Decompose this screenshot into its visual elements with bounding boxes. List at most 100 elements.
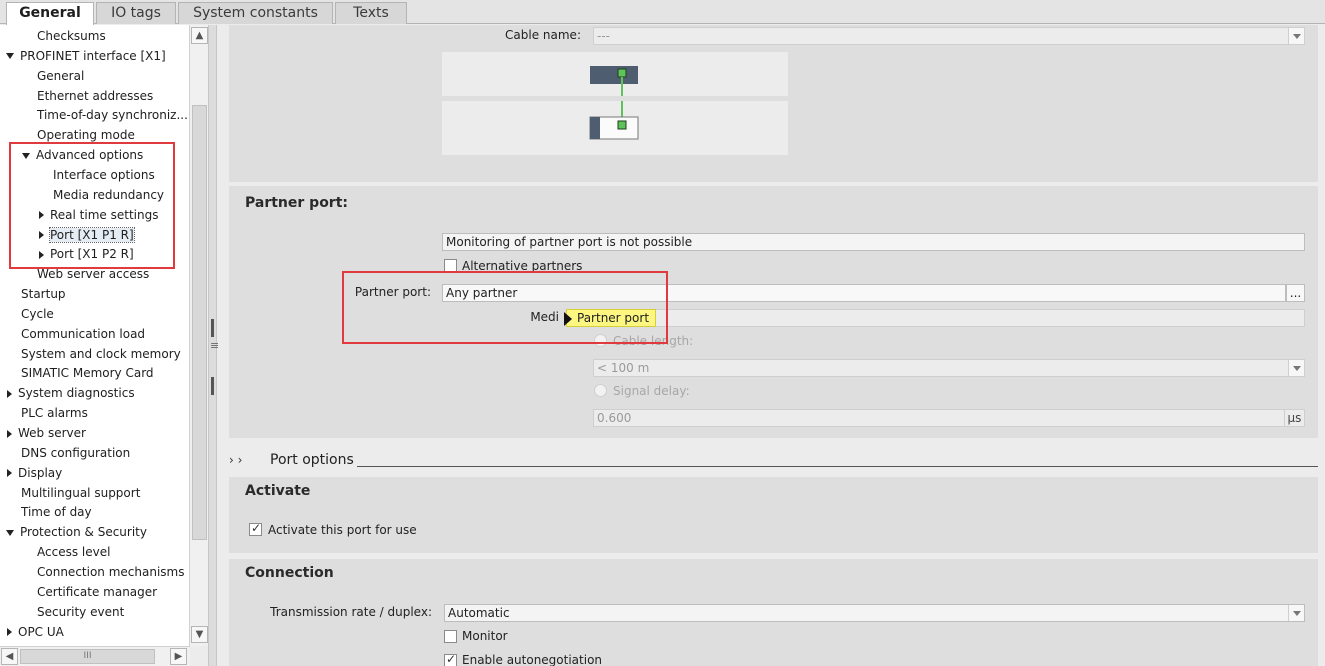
activate-section: Activate Activate this port for use <box>229 477 1318 553</box>
activate-title: Activate <box>245 483 311 499</box>
cable-name-dropdown[interactable]: --- <box>593 27 1305 45</box>
connection-title: Connection <box>245 565 334 581</box>
tree-item[interactable]: Advanced options <box>22 145 143 165</box>
tree-item[interactable]: SIMATIC Memory Card <box>21 363 154 383</box>
tree-item-label: SIMATIC Memory Card <box>21 366 154 381</box>
tree-item[interactable]: Time-of-day synchroniz... <box>37 105 188 125</box>
medium-field <box>593 309 1305 327</box>
tree-item[interactable]: Security event <box>37 602 124 622</box>
browse-partner-button[interactable]: ... <box>1286 284 1305 302</box>
tree-item-label: Real time settings <box>50 207 159 222</box>
tree-item-label: Protection & Security <box>20 525 147 540</box>
transmission-rate-dropdown[interactable]: Automatic <box>444 604 1305 622</box>
tree-item[interactable]: PLC alarms <box>21 403 88 423</box>
port-options-label: Port options <box>270 452 354 468</box>
tree-item[interactable]: Access level <box>37 542 110 562</box>
tree-item[interactable]: Startup <box>21 284 66 304</box>
tree-item-label: Time of day <box>21 505 92 520</box>
signal-delay-radio[interactable] <box>594 384 607 397</box>
scroll-up-button[interactable]: ▲ <box>191 27 208 44</box>
scroll-thumb-horizontal[interactable]: III <box>20 649 155 664</box>
scroll-right-button[interactable]: ▶ <box>170 648 187 665</box>
tree-item-label: Access level <box>37 545 111 560</box>
cable-length-dropdown: < 100 m <box>593 359 1305 377</box>
tree-item[interactable]: PROFINET interface [X1] <box>6 46 166 66</box>
tree-item[interactable]: Web server access <box>37 264 149 284</box>
tree-item-label: Web server access <box>37 267 150 282</box>
tree-item[interactable]: Interface options <box>53 165 155 185</box>
tree-item[interactable]: General <box>37 66 84 86</box>
navigation-tree: Checksums PROFINET interface [X1] General E… <box>0 25 190 646</box>
signal-delay-value: 0.600 <box>597 411 632 425</box>
expand-arrow-icon[interactable] <box>7 389 12 398</box>
expand-arrow-icon[interactable] <box>7 429 12 438</box>
connection-section: Connection Transmission rate / duplex: A… <box>229 559 1318 666</box>
expand-arrow-icon[interactable] <box>7 628 12 636</box>
partner-port-graphic <box>442 101 788 155</box>
expand-arrow-icon[interactable] <box>7 469 12 478</box>
signal-delay-field: 0.600 µs <box>593 409 1305 427</box>
tree-item-label: Port [X1 P2 R] <box>50 247 134 262</box>
monitor-checkbox[interactable] <box>444 630 457 643</box>
tree-item[interactable]: Cycle <box>21 304 54 324</box>
activate-port-checkbox[interactable] <box>249 521 262 536</box>
tree-item-label: Display <box>18 465 63 480</box>
tree-item[interactable]: System diagnostics <box>6 383 135 403</box>
tree-item-label: DNS configuration <box>21 445 131 460</box>
tree-vertical-scrollbar[interactable]: ▲ ▼ <box>189 25 208 646</box>
scroll-left-button[interactable]: ◀ <box>1 648 18 665</box>
tree-item[interactable]: Communication load <box>21 324 145 344</box>
tree-item[interactable]: Media redundancy <box>53 185 164 205</box>
expand-arrow-icon[interactable] <box>39 231 44 239</box>
tree-item-label: Time-of-day synchroniz... <box>37 108 188 123</box>
tree-item[interactable]: Port [X1 P1 R] <box>38 225 135 245</box>
tree-item-label: System diagnostics <box>18 386 135 401</box>
tree-item[interactable]: Certificate manager <box>37 582 157 602</box>
port-options-header[interactable]: › › Port options <box>229 452 1318 472</box>
tab-texts[interactable]: Texts <box>335 2 407 24</box>
monitoring-status-field: Monitoring of partner port is not possib… <box>442 233 1305 251</box>
collapse-arrow-icon[interactable] <box>6 529 14 536</box>
cable-length-radio[interactable] <box>594 334 607 347</box>
collapse-arrow-icon[interactable] <box>6 53 14 60</box>
cable-name-label: Cable name: <box>505 28 581 42</box>
pane-splitter[interactable]: ≡ <box>208 25 219 666</box>
tree-horizontal-scrollbar[interactable]: ◀ III ▶ <box>0 646 190 666</box>
tree-item-label: Advanced options <box>36 148 144 163</box>
tab-general[interactable]: General <box>6 2 94 25</box>
cable-section: Cable name: --- <box>229 25 1318 182</box>
tree-item-label: Operating mode <box>37 128 135 143</box>
tree-item[interactable]: System and clock memory <box>21 344 181 364</box>
tree-item[interactable]: DNS configuration <box>21 443 130 463</box>
tree-item[interactable]: Web server <box>6 423 86 443</box>
activate-port-label: Activate this port for use <box>268 523 417 537</box>
tab-system-constants[interactable]: System constants <box>178 2 333 24</box>
collapse-arrow-icon[interactable] <box>22 152 30 159</box>
tree-item[interactable]: Protection & Security <box>6 522 147 542</box>
tree-item-label: Interface options <box>53 167 155 182</box>
transmission-rate-label: Transmission rate / duplex: <box>270 605 432 619</box>
tree-item[interactable]: Display <box>6 463 62 483</box>
chevron-down-icon <box>1288 605 1304 621</box>
scroll-thumb[interactable] <box>192 105 207 540</box>
expand-arrow-icon[interactable] <box>39 250 44 259</box>
tree-item-label: Communication load <box>21 326 146 341</box>
partner-port-field[interactable]: Any partner <box>442 284 1286 302</box>
tree-item[interactable]: Operating mode <box>37 125 135 145</box>
expand-chevrons-icon: › › <box>229 453 243 467</box>
tree-item[interactable]: Ethernet addresses <box>37 86 153 106</box>
scroll-down-button[interactable]: ▼ <box>191 626 208 643</box>
tree-item[interactable]: Time of day <box>21 502 92 522</box>
expand-arrow-icon[interactable] <box>39 211 44 220</box>
tree-item[interactable]: Multilingual support <box>21 483 140 503</box>
tree-item[interactable]: OPC UA <box>6 622 64 642</box>
tree-item[interactable]: Checksums <box>37 26 106 46</box>
cable-length-value: < 100 m <box>597 361 650 375</box>
tree-item-label: Ethernet addresses <box>37 88 154 103</box>
tree-item[interactable]: Connection mechanisms <box>37 562 184 582</box>
tree-item[interactable]: Port [X1 P2 R] <box>38 244 134 264</box>
alternative-partners-checkbox[interactable] <box>444 259 457 272</box>
autonegotiation-checkbox[interactable] <box>444 652 457 666</box>
tree-item[interactable]: Real time settings <box>38 205 158 225</box>
tab-io-tags[interactable]: IO tags <box>96 2 176 24</box>
